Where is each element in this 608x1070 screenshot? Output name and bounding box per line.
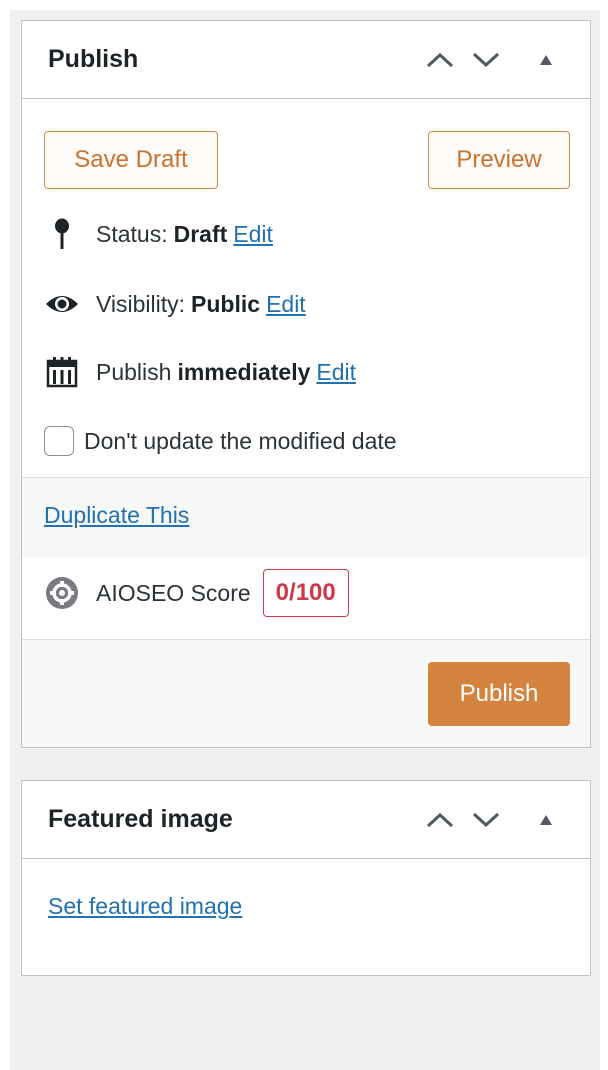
edit-schedule-link[interactable]: Edit [316,359,356,386]
schedule-value: immediately [177,358,311,385]
visibility-row: Visibility: Public Edit [44,286,306,322]
major-publishing-actions: Publish [22,639,590,747]
triangle-up-icon[interactable] [528,42,564,78]
modified-date-label[interactable]: Don't update the modified date [84,428,397,455]
eye-icon [44,286,80,322]
triangle-up-icon[interactable] [528,802,564,838]
publish-panel-header: Publish [22,21,590,99]
featured-image-handle-actions [422,802,564,838]
status-row: Status: Draft Edit [44,216,273,252]
featured-image-panel-title: Featured image [48,805,233,833]
publish-panel-handle-actions [422,42,564,78]
set-featured-image-link[interactable]: Set featured image [48,893,242,920]
aioseo-gear-icon [44,575,80,611]
sidebar-background: Publish Save Draft Preview Status: Draft… [10,10,600,1070]
publish-panel-title: Publish [48,45,139,73]
publish-panel: Publish Save Draft Preview Status: Draft… [21,20,591,748]
modified-date-checkbox[interactable] [44,426,74,456]
chevron-up-icon[interactable] [422,802,458,838]
pin-icon [44,216,80,252]
visibility-value: Public [191,290,261,317]
aioseo-score-label: AIOSEO Score [96,579,251,606]
status-label: Status: [96,220,168,247]
publish-button[interactable]: Publish [428,662,570,726]
calendar-icon [44,354,80,390]
save-draft-button[interactable]: Save Draft [44,131,218,189]
duplicate-section: Duplicate This [22,477,590,557]
featured-image-panel-header: Featured image [22,781,590,859]
status-value: Draft [173,220,228,247]
edit-status-link[interactable]: Edit [233,221,273,248]
preview-button[interactable]: Preview [428,131,570,189]
schedule-row: Publish immediately Edit [44,354,356,390]
modified-date-row: Don't update the modified date [44,426,397,456]
chevron-down-icon[interactable] [468,42,504,78]
aioseo-score-row: AIOSEO Score 0/100 [44,569,349,617]
chevron-up-icon[interactable] [422,42,458,78]
chevron-down-icon[interactable] [468,802,504,838]
featured-image-panel: Featured image Set featured image [21,780,591,976]
edit-visibility-link[interactable]: Edit [266,291,306,318]
schedule-label: Publish [96,358,172,385]
visibility-label: Visibility: [96,290,186,317]
duplicate-this-link[interactable]: Duplicate This [44,502,189,529]
aioseo-score-badge[interactable]: 0/100 [262,569,349,617]
